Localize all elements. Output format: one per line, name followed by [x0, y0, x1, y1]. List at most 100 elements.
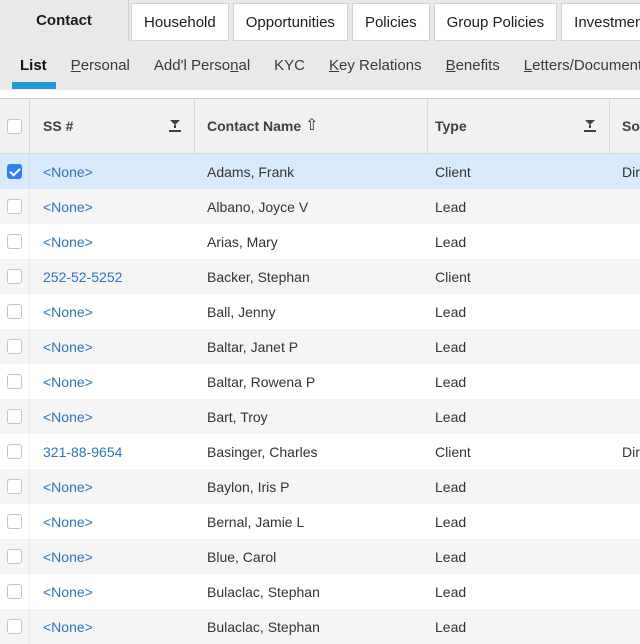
subtab-personal[interactable]: Personal: [71, 56, 130, 76]
row-checkbox-cell: [0, 434, 30, 469]
table-body: <None> Adams, Frank Client Direct <None> Alba…: [0, 154, 640, 644]
type-cell: Lead: [435, 548, 467, 565]
tab-opportunities[interactable]: Opportunities: [232, 3, 348, 41]
ssn-cell: <None>: [30, 374, 195, 390]
contact-name-cell: Basinger, Charles: [207, 443, 318, 460]
row-checkbox[interactable]: [7, 584, 22, 599]
table-row[interactable]: <None> Ball, Jenny Lead: [0, 294, 640, 329]
ssn-cell: <None>: [30, 549, 195, 565]
contact-name-cell: Bernal, Jamie L: [207, 513, 305, 530]
ssn-link[interactable]: 321-88-9654: [43, 444, 122, 460]
tab-policies[interactable]: Policies: [351, 3, 430, 41]
table-row[interactable]: <None> Baylon, Iris P Lead: [0, 469, 640, 504]
table-row[interactable]: 321-88-9654 Basinger, Charles Client Direct: [0, 434, 640, 469]
row-checkbox-cell: [0, 224, 30, 259]
row-checkbox[interactable]: [7, 164, 22, 179]
table-row[interactable]: <None> Baltar, Janet P Lead: [0, 329, 640, 364]
subtab-add-l-personal[interactable]: Add'l Personal: [154, 56, 250, 76]
column-header-contact-name-label: Contact Name: [207, 118, 302, 134]
row-checkbox-cell: [0, 539, 30, 574]
table-row[interactable]: <None> Albano, Joyce V Lead: [0, 189, 640, 224]
table-row[interactable]: <None> Bulaclac, Stephan Lead: [0, 609, 640, 644]
row-checkbox[interactable]: [7, 234, 22, 249]
ssn-cell: <None>: [30, 584, 195, 600]
funnel-filter-icon[interactable]: [169, 120, 181, 132]
row-checkbox[interactable]: [7, 374, 22, 389]
contact-name-cell: Albano, Joyce V: [207, 198, 309, 215]
ssn-link[interactable]: <None>: [43, 549, 93, 565]
contact-name-cell: Baltar, Janet P: [207, 338, 299, 355]
subtab-letters-documents[interactable]: Letters/Documents: [524, 56, 640, 76]
row-checkbox[interactable]: [7, 444, 22, 459]
row-checkbox[interactable]: [7, 339, 22, 354]
table-row[interactable]: <None> Blue, Carol Lead: [0, 539, 640, 574]
type-cell: Lead: [435, 408, 467, 425]
subtab-kyc[interactable]: KYC: [274, 56, 305, 76]
ssn-link[interactable]: <None>: [43, 339, 93, 355]
contact-name-cell: Blue, Carol: [207, 548, 277, 565]
sort-ascending-icon: ⇧: [305, 117, 319, 134]
ssn-link[interactable]: <None>: [43, 164, 93, 180]
table-row[interactable]: 252-52-5252 Backer, Stephan Client: [0, 259, 640, 294]
type-cell: Lead: [435, 583, 467, 600]
column-header-source-label: Source: [622, 118, 640, 134]
sub-tab-bar: List Personal Add'l Personal KYC Key Relatio…: [0, 41, 640, 90]
row-checkbox-cell: [0, 189, 30, 224]
ssn-link[interactable]: <None>: [43, 304, 93, 320]
ssn-link[interactable]: <None>: [43, 374, 93, 390]
ssn-link[interactable]: <None>: [43, 234, 93, 250]
row-checkbox[interactable]: [7, 409, 22, 424]
type-cell: Lead: [435, 338, 467, 355]
subtab-key-relations[interactable]: Key Relations: [329, 56, 422, 76]
row-checkbox[interactable]: [7, 479, 22, 494]
ssn-link[interactable]: 252-52-5252: [43, 269, 122, 285]
row-checkbox[interactable]: [7, 304, 22, 319]
type-cell: Lead: [435, 478, 467, 495]
ssn-link[interactable]: <None>: [43, 584, 93, 600]
column-header-type[interactable]: Type: [428, 99, 610, 153]
table-row[interactable]: <None> Bulaclac, Stephan Lead: [0, 574, 640, 609]
subtab-benefits[interactable]: Benefits: [446, 56, 500, 76]
type-cell: Lead: [435, 198, 467, 215]
row-checkbox-cell: [0, 154, 30, 189]
ssn-link[interactable]: <None>: [43, 514, 93, 530]
column-header-ssn[interactable]: SS #: [30, 99, 195, 153]
ssn-link[interactable]: <None>: [43, 479, 93, 495]
tab-investment-accounts[interactable]: Investment Accounts: [561, 3, 640, 41]
ssn-cell: <None>: [30, 234, 195, 250]
ssn-link[interactable]: <None>: [43, 619, 93, 635]
ssn-link[interactable]: <None>: [43, 199, 93, 215]
tab-group-policies[interactable]: Group Policies: [433, 3, 558, 41]
type-cell: Client: [435, 268, 471, 285]
contacts-table: SS # Contact Name ⇧ Type Source <None> Ad…: [0, 98, 640, 644]
subtab-list[interactable]: List: [12, 56, 56, 89]
row-checkbox[interactable]: [7, 514, 22, 529]
table-row[interactable]: <None> Bart, Troy Lead: [0, 399, 640, 434]
ssn-link[interactable]: <None>: [43, 409, 93, 425]
ssn-cell: <None>: [30, 479, 195, 495]
select-all-checkbox[interactable]: [7, 118, 22, 134]
ssn-cell: 321-88-9654: [30, 444, 195, 460]
row-checkbox[interactable]: [7, 199, 22, 214]
type-cell: Lead: [435, 618, 467, 635]
table-row[interactable]: <None> Adams, Frank Client Direct: [0, 154, 640, 189]
table-row[interactable]: <None> Baltar, Rowena P Lead: [0, 364, 640, 399]
tab-household[interactable]: Household: [131, 3, 229, 41]
type-cell: Lead: [435, 373, 467, 390]
row-checkbox[interactable]: [7, 619, 22, 634]
contact-name-cell: Bulaclac, Stephan: [207, 618, 320, 635]
table-row[interactable]: <None> Bernal, Jamie L Lead: [0, 504, 640, 539]
ssn-cell: <None>: [30, 514, 195, 530]
ssn-cell: <None>: [30, 619, 195, 635]
header-checkbox-cell: [0, 99, 30, 153]
contact-name-cell: Bart, Troy: [207, 408, 268, 425]
table-row[interactable]: <None> Arias, Mary Lead: [0, 224, 640, 259]
column-header-contact-name[interactable]: Contact Name ⇧: [195, 99, 428, 153]
column-header-source[interactable]: Source: [610, 99, 640, 153]
row-checkbox[interactable]: [7, 549, 22, 564]
row-checkbox[interactable]: [7, 269, 22, 284]
funnel-filter-icon[interactable]: [584, 120, 596, 132]
row-checkbox-cell: [0, 364, 30, 399]
contact-name-cell: Arias, Mary: [207, 233, 278, 250]
tab-contact[interactable]: Contact: [0, 0, 129, 41]
